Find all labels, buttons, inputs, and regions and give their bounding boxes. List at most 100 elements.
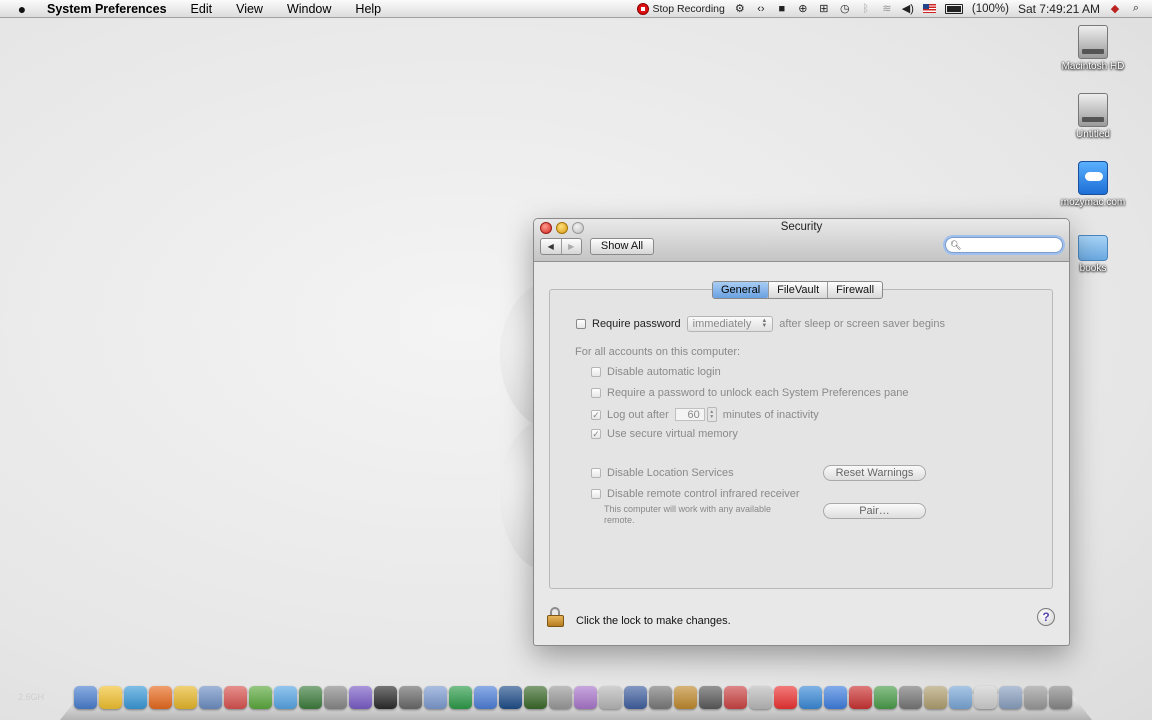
disable-location-row: Disable Location Services — [591, 467, 734, 479]
disable-auto-login-label: Disable automatic login — [607, 366, 721, 378]
code-icon[interactable]: ‹› — [755, 3, 767, 15]
log-out-minutes-stepper[interactable]: ▲ ▼ — [706, 407, 717, 422]
dock-app-icon[interactable] — [599, 686, 622, 709]
bluetooth-icon[interactable]: ᛒ — [860, 3, 872, 15]
tab-firewall[interactable]: Firewall — [827, 282, 882, 298]
dock-app-icon[interactable] — [499, 686, 522, 709]
disable-auto-login-checkbox[interactable] — [591, 367, 601, 377]
search-input[interactable] — [961, 238, 1056, 252]
dock-app-icon[interactable] — [349, 686, 372, 709]
dock-app-icon[interactable] — [274, 686, 297, 709]
window-titlebar[interactable]: Security ◀ ▶ Show All 🔍︎ — [534, 219, 1069, 262]
search-field[interactable]: 🔍︎ — [945, 237, 1063, 253]
desktop-icon-mozymac[interactable]: mozymac.com — [1053, 161, 1133, 208]
menu-edit[interactable]: Edit — [179, 2, 225, 16]
navigation-buttons: ◀ ▶ — [540, 238, 582, 255]
hard-drive-icon — [1078, 93, 1108, 127]
disable-location-checkbox[interactable] — [591, 468, 601, 478]
menu-help[interactable]: Help — [343, 2, 393, 16]
log-out-minutes-field[interactable]: 60 — [674, 408, 705, 421]
dock-app-icon[interactable] — [874, 686, 897, 709]
dock-app-icon[interactable] — [474, 686, 497, 709]
dock-app-icon[interactable] — [649, 686, 672, 709]
dock-app-icon[interactable] — [799, 686, 822, 709]
dock-app-icon[interactable] — [74, 686, 97, 709]
dock-app-icon[interactable] — [549, 686, 572, 709]
dock-app-icon[interactable] — [1024, 686, 1047, 709]
back-button[interactable]: ◀ — [541, 239, 561, 254]
require-password-checkbox[interactable] — [576, 319, 586, 329]
dock-app-icon[interactable] — [374, 686, 397, 709]
dock-app-icon[interactable] — [524, 686, 547, 709]
help-button[interactable]: ? — [1037, 608, 1055, 626]
tab-general[interactable]: General — [713, 282, 769, 298]
clock[interactable]: Sat 7:49:21 AM — [1018, 2, 1100, 16]
require-password-unlock-checkbox[interactable] — [591, 388, 601, 398]
require-password-suffix: after sleep or screen saver begins — [779, 318, 945, 330]
dock-app-icon[interactable] — [849, 686, 872, 709]
dock-app-icon[interactable] — [124, 686, 147, 709]
dock-app-icon[interactable] — [1049, 686, 1072, 709]
tab-filevault[interactable]: FileVault — [768, 282, 827, 298]
volume-icon[interactable]: ◀) — [902, 3, 914, 15]
dock-app-icon[interactable] — [924, 686, 947, 709]
secure-vm-checkbox[interactable]: ✓ — [591, 429, 601, 439]
spotlight-search-icon[interactable]: ⌕ — [1130, 2, 1142, 15]
menu-app-name[interactable]: System Preferences — [39, 2, 179, 16]
forward-button[interactable]: ▶ — [560, 239, 582, 254]
desktop-icon-macintosh-hd[interactable]: Macintosh HD — [1053, 25, 1133, 72]
dock-app-icon[interactable] — [974, 686, 997, 709]
lock-button[interactable] — [546, 607, 566, 627]
dock-app-icon[interactable] — [949, 686, 972, 709]
folder-icon — [1078, 235, 1108, 261]
user-shield-icon[interactable]: ◆ — [1109, 3, 1121, 15]
time-machine-icon[interactable]: ◷ — [839, 3, 851, 15]
general-panel: Require password immediately ▲ ▼ after sl… — [549, 289, 1053, 589]
menu-view[interactable]: View — [224, 2, 275, 16]
show-all-button[interactable]: Show All — [590, 238, 654, 255]
dock-app-icon[interactable] — [424, 686, 447, 709]
dock-app-icon[interactable] — [224, 686, 247, 709]
dock-app-icon[interactable] — [624, 686, 647, 709]
disable-infrared-checkbox[interactable] — [591, 489, 601, 499]
require-password-popup[interactable]: immediately ▲ ▼ — [686, 316, 774, 332]
dock-app-icon[interactable] — [399, 686, 422, 709]
log-out-checkbox[interactable]: ✓ — [591, 409, 601, 420]
dock-app-icon[interactable] — [999, 686, 1022, 709]
dock-app-icon[interactable] — [774, 686, 797, 709]
dock-app-icon[interactable] — [449, 686, 472, 709]
desktop-icon-untitled[interactable]: Untitled — [1053, 93, 1133, 140]
window-title: Security — [780, 221, 823, 233]
dock-app-icon[interactable] — [199, 686, 222, 709]
spaces-icon[interactable]: ⊞ — [818, 3, 830, 15]
dock-app-icon[interactable] — [299, 686, 322, 709]
pair-button[interactable]: Pair… — [823, 503, 926, 519]
battery-icon[interactable] — [944, 3, 963, 14]
lock-text: Click the lock to make changes. — [576, 615, 731, 627]
require-password-unlock-row: Require a password to unlock each System… — [591, 387, 908, 399]
dock-app-icon[interactable] — [699, 686, 722, 709]
dock-app-icon[interactable] — [174, 686, 197, 709]
input-source-flag-icon[interactable] — [922, 4, 936, 13]
menu-window[interactable]: Window — [275, 2, 343, 16]
dock-app-icon[interactable] — [899, 686, 922, 709]
dock-app-icon[interactable] — [674, 686, 697, 709]
menu-extras: Stop Recording ⚙ ‹› ■ ⊕ ⊞ ◷ ᛒ ≋ ◀) (100%… — [637, 0, 1142, 17]
wifi-icon[interactable]: ≋ — [881, 3, 893, 15]
dock-app-icon[interactable] — [724, 686, 747, 709]
lock-icon[interactable]: ■ — [776, 3, 788, 15]
dock-app-icon[interactable] — [824, 686, 847, 709]
stop-recording-button[interactable]: Stop Recording — [637, 2, 725, 15]
battery-percentage[interactable]: (100%) — [972, 3, 1009, 15]
stop-recording-label: Stop Recording — [652, 2, 725, 15]
dock-app-icon[interactable] — [249, 686, 272, 709]
apple-menu-icon[interactable]: ● — [15, 1, 29, 17]
dock-app-icon[interactable] — [749, 686, 772, 709]
dock-app-icon[interactable] — [324, 686, 347, 709]
reset-warnings-button[interactable]: Reset Warnings — [823, 465, 926, 481]
robot-icon[interactable]: ⚙ — [734, 3, 746, 15]
accessibility-icon[interactable]: ⊕ — [797, 3, 809, 15]
dock-app-icon[interactable] — [99, 686, 122, 709]
dock-app-icon[interactable] — [574, 686, 597, 709]
dock-app-icon[interactable] — [149, 686, 172, 709]
